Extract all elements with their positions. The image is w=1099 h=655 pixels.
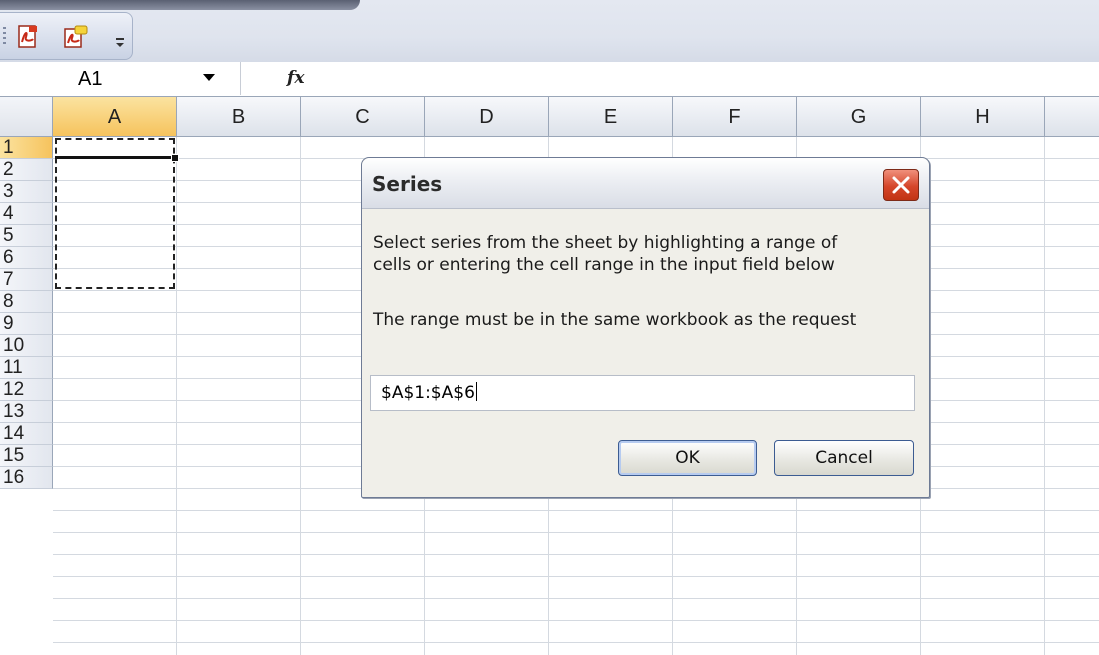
row-header-12[interactable]: 12 [0,379,53,401]
row-header-2[interactable]: 2 [0,159,53,181]
dialog-titlebar[interactable]: Series [362,158,929,209]
name-box[interactable]: A1 [0,62,241,95]
dialog-message-line3: The range must be in the same workbook a… [373,310,857,330]
row-header-10[interactable]: 10 [0,335,53,357]
name-box-value: A1 [78,68,103,90]
row-header-16[interactable]: 16 [0,467,53,489]
formula-input[interactable] [320,62,1099,95]
ribbon-edge [0,0,360,10]
quick-access-toolbar-strip [0,0,1099,62]
dialog-message-line2: cells or entering the cell range in the … [373,255,835,275]
cancel-button[interactable]: Cancel [774,440,914,476]
column-header-g[interactable]: G [797,97,921,137]
column-header-e[interactable]: E [549,97,673,137]
row-header-8[interactable]: 8 [0,291,53,313]
row-header-5[interactable]: 5 [0,225,53,247]
row-header-13[interactable]: 13 [0,401,53,423]
row-header-14[interactable]: 14 [0,423,53,445]
close-button[interactable] [883,169,919,201]
quick-access-toolbar [0,12,133,60]
row-header-7[interactable]: 7 [0,269,53,291]
column-header-a[interactable]: A [53,97,177,137]
qat-customize-icon[interactable] [115,35,125,49]
pdf-comment-icon[interactable] [63,25,88,49]
range-input[interactable]: $A$1:$A$6 [370,375,915,411]
row-header-6[interactable]: 6 [0,247,53,269]
column-header-f[interactable]: F [673,97,797,137]
column-header-next[interactable] [1045,97,1099,137]
pdf-convert-icon[interactable] [17,25,39,49]
chevron-down-icon[interactable] [203,74,215,81]
row-header-3[interactable]: 3 [0,181,53,203]
row-header-4[interactable]: 4 [0,203,53,225]
formula-bar: A1 fx [0,62,1099,97]
selection-marquee [55,138,175,289]
column-header-d[interactable]: D [425,97,549,137]
column-header-h[interactable]: H [921,97,1045,137]
row-header-9[interactable]: 9 [0,313,53,335]
row-header-15[interactable]: 15 [0,445,53,467]
select-all-corner[interactable] [0,97,53,137]
close-icon [892,176,910,194]
series-dialog: Series Select series from the sheet by h… [361,157,930,498]
range-input-value: $A$1:$A$6 [381,383,475,403]
column-header-b[interactable]: B [177,97,301,137]
fill-handle[interactable] [171,154,179,162]
ok-button[interactable]: OK [618,440,757,476]
dialog-message-line1: Select series from the sheet by highligh… [373,233,838,253]
dialog-title: Series [372,172,443,196]
row-header-1[interactable]: 1 [0,137,53,159]
insert-function-icon[interactable]: fx [287,68,304,88]
row-header-11[interactable]: 11 [0,357,53,379]
dialog-body: Select series from the sheet by highligh… [365,209,926,495]
toolbar-grip[interactable] [3,27,6,47]
text-caret [475,382,477,401]
column-header-c[interactable]: C [301,97,425,137]
active-cell-border [55,156,175,159]
